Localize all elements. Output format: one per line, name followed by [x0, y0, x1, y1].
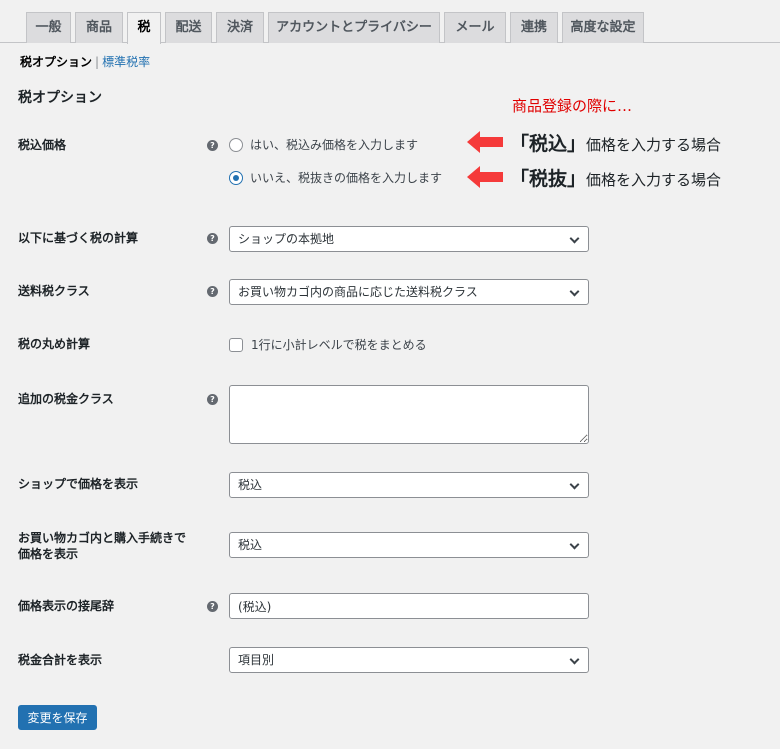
select-value: 項目別	[238, 653, 275, 667]
tab-integration[interactable]: 連携	[510, 12, 558, 43]
settings-tab-bar: 一般 商品 税 配送 決済 アカウントとプライバシー メール 連携 高度な設定	[0, 0, 780, 44]
chevron-down-icon	[569, 233, 580, 244]
tab-accounts-privacy[interactable]: アカウントとプライバシー	[268, 12, 440, 43]
annotation-exclusive: 「税抜」価格を入力する場合	[510, 164, 721, 191]
annotation-inclusive: 「税込」価格を入力する場合	[510, 129, 721, 156]
display-prices-shop-select[interactable]: 税込	[229, 472, 589, 498]
tab-general[interactable]: 一般	[26, 12, 71, 43]
radio-option-inclusive[interactable]: はい、税込み価格を入力します	[229, 137, 418, 153]
red-arrow-icon	[467, 166, 503, 188]
annotation-bracket-open: 「	[510, 168, 530, 190]
tax-subnav: 税オプション | 標準税率	[20, 53, 150, 70]
help-icon[interactable]: ?	[207, 394, 218, 405]
shipping-tax-class-label: 送料税クラス	[18, 284, 90, 298]
display-prices-shop-label: ショップで価格を表示	[18, 477, 139, 491]
subnav-current-tax-options: 税オプション	[20, 55, 93, 69]
annotation-text: 価格を入力する場合	[586, 171, 722, 189]
tab-emails[interactable]: メール	[444, 12, 506, 43]
help-icon[interactable]: ?	[207, 140, 218, 151]
radio-option-exclusive[interactable]: いいえ、税抜きの価格を入力します	[229, 170, 442, 186]
checkbox-label: 1行に小計レベルで税をまとめる	[251, 338, 427, 352]
display-prices-cart-select[interactable]: 税込	[229, 532, 589, 558]
display-totals-select[interactable]: 項目別	[229, 647, 589, 673]
tab-shipping[interactable]: 配送	[165, 12, 212, 43]
help-icon[interactable]: ?	[207, 286, 218, 297]
display-prices-cart-label: お買い物カゴ内と購入手続きで 価格を表示	[18, 530, 186, 562]
tax-round-checkbox[interactable]	[229, 338, 243, 352]
chevron-down-icon	[569, 286, 580, 297]
chevron-down-icon	[569, 479, 580, 490]
price-suffix-input[interactable]	[229, 593, 589, 619]
tax-based-on-label: 以下に基づく税の計算	[18, 231, 139, 245]
select-value: お買い物カゴ内の商品に応じた送料税クラス	[238, 285, 478, 299]
annotation-emphasis: 税込	[529, 133, 568, 155]
additional-tax-classes-label: 追加の税金クラス	[18, 392, 114, 406]
tab-advanced[interactable]: 高度な設定	[562, 12, 644, 43]
tab-payments[interactable]: 決済	[216, 12, 264, 43]
help-icon[interactable]: ?	[207, 233, 218, 244]
tax-round-label: 税の丸め計算	[18, 337, 91, 351]
select-value: 税込	[238, 538, 263, 552]
radio-button[interactable]	[229, 138, 243, 152]
subnav-link-standard-rates[interactable]: 標準税率	[102, 55, 150, 69]
label-line: お買い物カゴ内と購入手続きで	[18, 531, 187, 545]
select-value: 税込	[238, 478, 263, 492]
radio-button-selected[interactable]	[229, 171, 243, 185]
red-arrow-icon	[467, 131, 503, 153]
additional-tax-classes-textarea[interactable]	[229, 385, 589, 444]
price-suffix-label: 価格表示の接尾辞	[18, 599, 115, 613]
shipping-tax-class-select[interactable]: お買い物カゴ内の商品に応じた送料税クラス	[229, 279, 589, 305]
help-icon[interactable]: ?	[207, 601, 218, 612]
annotation-bracket-open: 「	[510, 133, 530, 155]
annotation-text: 価格を入力する場合	[586, 136, 722, 154]
save-changes-button[interactable]: 変更を保存	[18, 705, 97, 730]
section-title: 税オプション	[18, 90, 102, 106]
tax-round-option[interactable]: 1行に小計レベルで税をまとめる	[229, 337, 427, 353]
annotation-header: 商品登録の際に…	[512, 97, 633, 115]
subnav-separator: |	[95, 55, 100, 69]
chevron-down-icon	[569, 539, 580, 550]
select-value: ショップの本拠地	[238, 232, 335, 246]
radio-option-label: はい、税込み価格を入力します	[250, 138, 419, 152]
label-line: 価格を表示	[18, 547, 79, 561]
display-totals-label: 税金合計を表示	[18, 653, 103, 667]
radio-option-label: いいえ、税抜きの価格を入力します	[250, 171, 443, 185]
tax-based-on-select[interactable]: ショップの本拠地	[229, 226, 589, 252]
tab-products[interactable]: 商品	[75, 12, 123, 43]
annotation-bracket-close: 」	[567, 133, 587, 155]
annotation-emphasis: 税抜	[529, 168, 568, 190]
annotation-bracket-close: 」	[567, 168, 587, 190]
tab-tax[interactable]: 税	[127, 12, 161, 44]
prices-entered-label: 税込価格	[18, 138, 67, 152]
chevron-down-icon	[569, 654, 580, 665]
